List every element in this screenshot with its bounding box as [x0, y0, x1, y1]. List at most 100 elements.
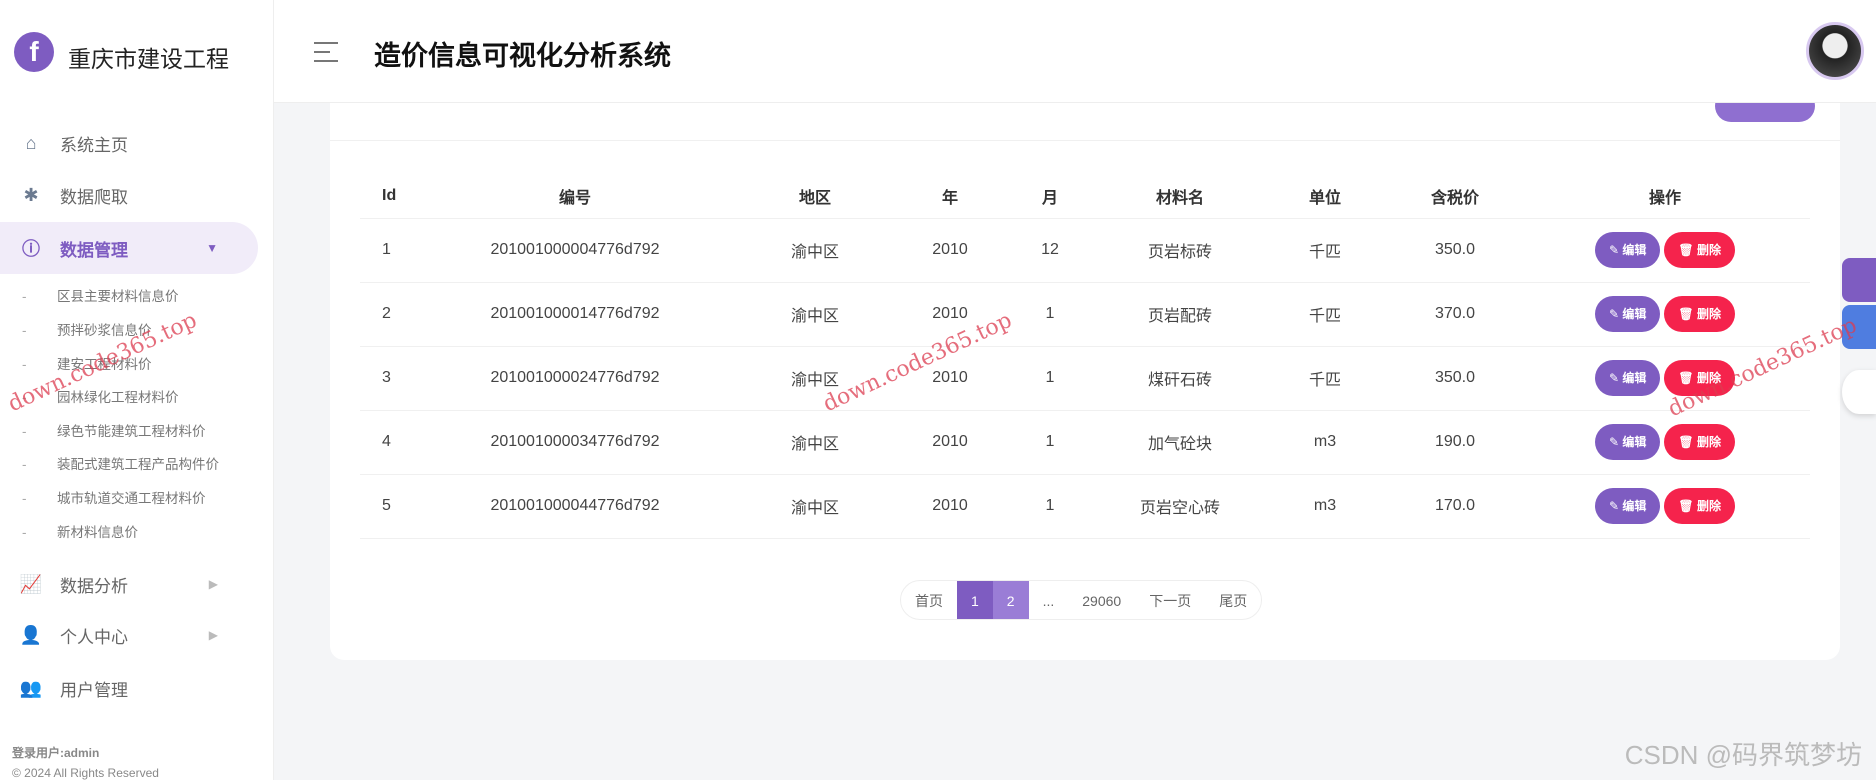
submenu-label: 绿色节能建筑工程材料价	[57, 424, 206, 439]
nav-home[interactable]: ⌂ 系统主页	[0, 123, 258, 163]
submenu-label: 城市轨道交通工程材料价	[57, 491, 206, 506]
nav-profile[interactable]: 👤 个人中心 ▶	[0, 615, 258, 655]
table-cell: 渝中区	[730, 346, 900, 411]
edit-button[interactable]: ✎ 编辑	[1595, 232, 1661, 268]
data-table: Id 编号 地区年月材料名 单位 含税价 操作 1 201001000004776d792 渝…	[360, 174, 1810, 539]
submenu-item[interactable]: - 绿色节能建筑工程材料价	[22, 417, 206, 447]
sidebar: f 重庆市建设工程 ⌂ 系统主页 ✱ 数据爬取 ⓘ 数据管理 ▼ - 区县主要材料信息价 …	[0, 0, 274, 780]
avatar[interactable]	[1806, 22, 1864, 80]
brand-name: 重庆市建设工程	[68, 46, 229, 72]
nav-label: 数据爬取	[60, 187, 128, 207]
table-row: 2 201001000014776d792 渝中区 2010 1 页岩配砖 千匹 370.0 ✎…	[360, 282, 1810, 347]
table-cell: 页岩空心砖	[1100, 474, 1260, 539]
header: 造价信息可视化分析系统	[274, 0, 1876, 103]
delete-button[interactable]: 🗑 删除	[1664, 232, 1735, 268]
table-cell: 渝中区	[730, 474, 900, 539]
assistant-float-button[interactable]	[1842, 370, 1876, 414]
info-icon: ⓘ	[22, 239, 40, 259]
nav-label: 个人中心	[60, 627, 128, 647]
float-button[interactable]	[1842, 305, 1876, 349]
page-1[interactable]: 1	[957, 581, 993, 619]
table-row: 5 201001000044776d792 渝中区 2010 1 页岩空心砖 m3 170.0…	[360, 474, 1810, 539]
page-last-number[interactable]: 29060	[1068, 581, 1135, 619]
table-cell: 190.0	[1390, 410, 1520, 475]
submenu-item[interactable]: - 新材料信息价	[22, 518, 138, 548]
nav-user-manage[interactable]: 👥 用户管理	[0, 668, 258, 708]
column-header: 编号	[420, 174, 730, 219]
delete-button[interactable]: 🗑 删除	[1664, 424, 1735, 460]
column-header: 操作	[1520, 174, 1810, 219]
nav-label: 系统主页	[60, 135, 128, 155]
submenu-label: 装配式建筑工程产品构件价	[57, 457, 219, 472]
submenu-item[interactable]: - 城市轨道交通工程材料价	[22, 484, 206, 514]
table-cell: 201001000024776d792	[420, 346, 730, 411]
submenu-label: 园林绿化工程材料价	[57, 390, 179, 405]
table-row: 3 201001000024776d792 渝中区 2010 1 煤矸石砖 千匹 350.0 ✎…	[360, 346, 1810, 411]
home-icon: ⌂	[25, 132, 37, 153]
table-cell: 3	[360, 346, 420, 411]
column-header: 含税价	[1390, 174, 1520, 219]
column-header: Id	[360, 174, 420, 219]
table-cell: 2	[360, 282, 420, 347]
delete-button[interactable]: 🗑 删除	[1664, 360, 1735, 396]
table-cell: 千匹	[1260, 282, 1390, 347]
table-row: 4 201001000034776d792 渝中区 2010 1 加气砼块 m3 190.0 ✎…	[360, 410, 1810, 475]
edit-button[interactable]: ✎ 编辑	[1595, 296, 1661, 332]
table-cell: 渝中区	[730, 410, 900, 475]
column-header: 年	[900, 174, 1000, 219]
page-first[interactable]: 首页	[901, 581, 957, 619]
table-cell: 5	[360, 474, 420, 539]
submenu-label: 区县主要材料信息价	[57, 289, 179, 304]
caret-down-icon: ▼	[206, 241, 218, 255]
menu-toggle-icon[interactable]	[314, 42, 338, 69]
settings-float-button[interactable]	[1842, 258, 1876, 302]
nav-label: 数据分析	[60, 576, 128, 596]
submenu-item[interactable]: - 装配式建筑工程产品构件价	[22, 450, 219, 480]
login-user: 登录用户:admin	[12, 746, 100, 760]
table-cell: 1	[360, 218, 420, 283]
csdn-watermark: CSDN @码界筑梦坊	[1624, 740, 1862, 770]
nav-crawl[interactable]: ✱ 数据爬取	[0, 175, 258, 215]
submenu-item[interactable]: - 园林绿化工程材料价	[22, 383, 179, 413]
table-cell: 350.0	[1390, 218, 1520, 283]
table-cell: 1	[1000, 282, 1100, 347]
page-next[interactable]: 下一页	[1135, 581, 1205, 619]
page-end[interactable]: 尾页	[1205, 581, 1261, 619]
edit-button[interactable]: ✎ 编辑	[1595, 424, 1661, 460]
table-cell: 2010	[900, 410, 1000, 475]
page-ellipsis: ...	[1042, 593, 1055, 609]
table-cell: 201001000044776d792	[420, 474, 730, 539]
table-cell: 加气砼块	[1100, 410, 1260, 475]
table-cell: 12	[1000, 218, 1100, 283]
edit-button[interactable]: ✎ 编辑	[1595, 488, 1661, 524]
edit-button[interactable]: ✎ 编辑	[1595, 360, 1661, 396]
actions-cell: ✎ 编辑 🗑 删除	[1520, 218, 1810, 283]
table-cell: 4	[360, 410, 420, 475]
actions-cell: ✎ 编辑 🗑 删除	[1520, 282, 1810, 347]
submenu-label: 建安工程材料价	[57, 357, 152, 372]
table-cell: 1	[1000, 410, 1100, 475]
actions-cell: ✎ 编辑 🗑 删除	[1520, 410, 1810, 475]
table-cell: 煤矸石砖	[1100, 346, 1260, 411]
table-cell: 170.0	[1390, 474, 1520, 539]
delete-button[interactable]: 🗑 删除	[1664, 488, 1735, 524]
submenu-item[interactable]: - 建安工程材料价	[22, 350, 152, 380]
delete-button[interactable]: 🗑 删除	[1664, 296, 1735, 332]
table-row: 1 201001000004776d792 渝中区 2010 12 页岩标砖 千匹 350.0…	[360, 218, 1810, 283]
table-cell: 201001000014776d792	[420, 282, 730, 347]
nav-analysis[interactable]: 📈 数据分析 ▶	[0, 564, 258, 604]
submenu-item[interactable]: - 区县主要材料信息价	[22, 282, 179, 312]
user-icon: 👤	[19, 624, 43, 645]
table-cell: 201001000004776d792	[420, 218, 730, 283]
submenu-label: 预拌砂浆信息价	[57, 323, 152, 338]
chart-icon: 📈	[19, 573, 43, 594]
table-cell: 1	[1000, 346, 1100, 411]
column-header: 单位	[1260, 174, 1390, 219]
table-cell: 201001000034776d792	[420, 410, 730, 475]
table-cell: 千匹	[1260, 346, 1390, 411]
nav-label: 数据管理	[60, 240, 128, 260]
page-2[interactable]: 2	[992, 581, 1029, 619]
nav-data-manage[interactable]: ⓘ 数据管理 ▼	[0, 222, 258, 274]
table-cell: 2010	[900, 282, 1000, 347]
submenu-item[interactable]: - 预拌砂浆信息价	[22, 316, 152, 346]
